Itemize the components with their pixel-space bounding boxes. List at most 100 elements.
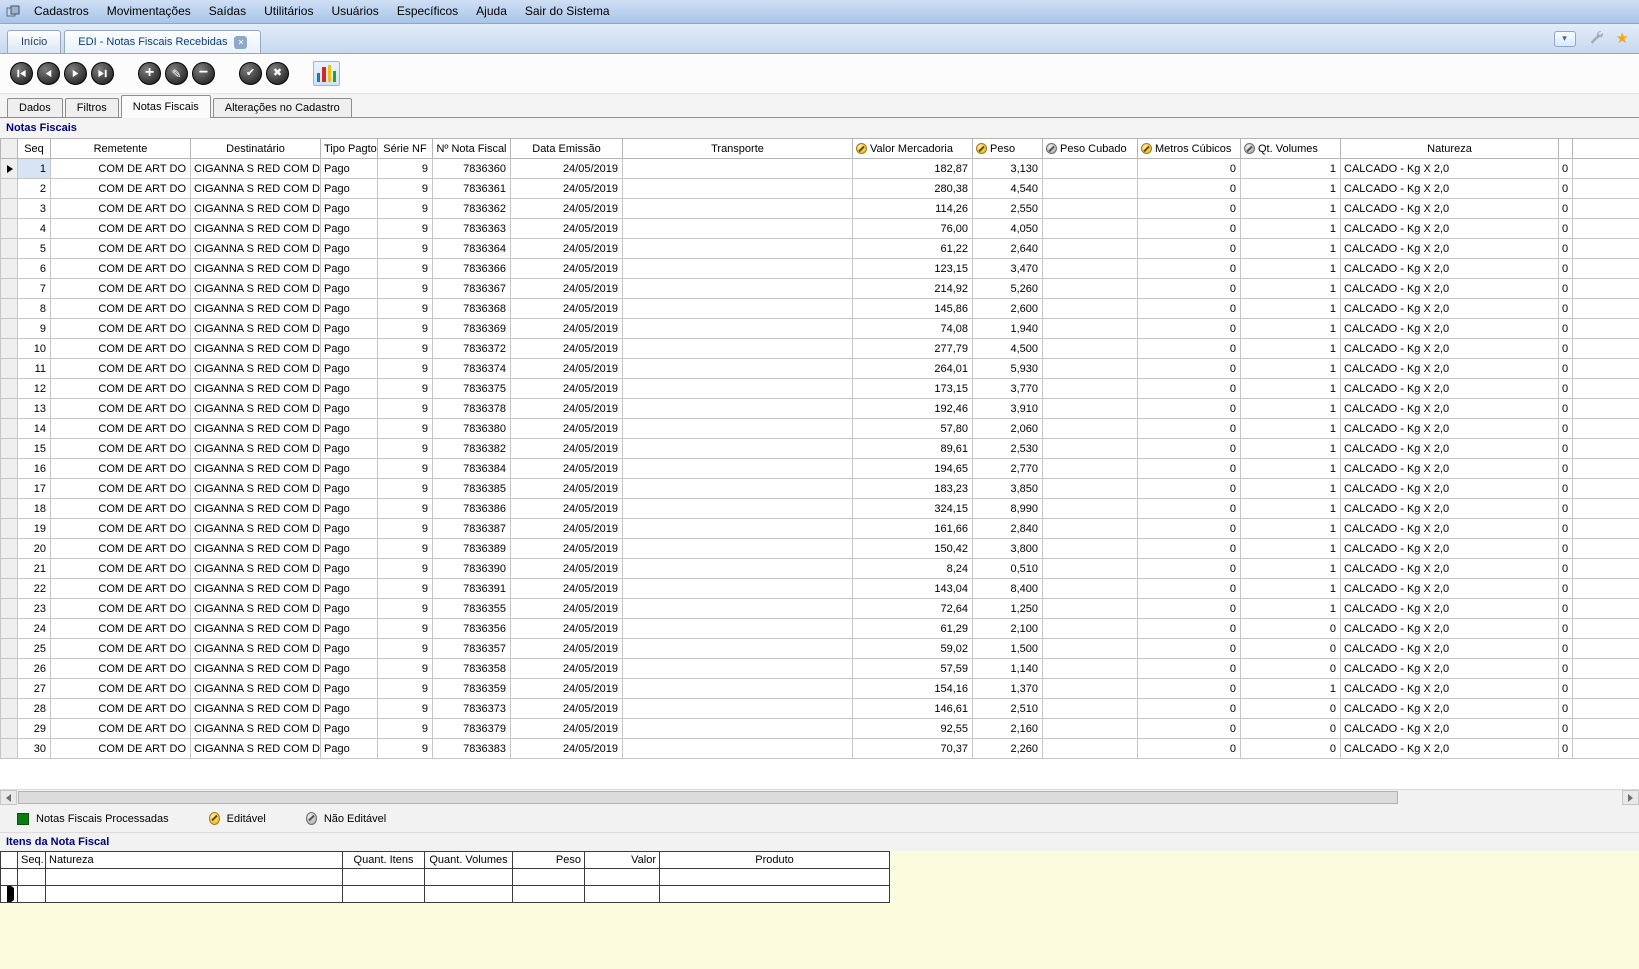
cell-remetente[interactable]: COM DE ART DO [50,558,191,579]
menu-item[interactable]: Ajuda [467,0,516,23]
cell-peso[interactable]: 4,500 [972,338,1043,359]
table-row[interactable]: 19 COM DE ART DO CIGANNA S RED COM DE Pa… [0,518,1639,539]
cell-remetente[interactable]: COM DE ART DO [50,438,191,459]
cell-data-emissao[interactable]: 24/05/2019 [510,458,623,479]
cell-natureza[interactable]: CALCADO - Kg X 2,0 [1340,478,1559,499]
cell-transporte[interactable] [622,518,853,539]
cell-data-emissao[interactable]: 24/05/2019 [510,558,623,579]
cell-remetente[interactable]: COM DE ART DO [50,198,191,219]
cell-seq[interactable]: 7 [17,278,51,299]
cell-tipo-pagto[interactable]: Pago [320,178,378,199]
cell-qt-volumes[interactable]: 1 [1240,358,1341,379]
cell-extra[interactable]: 0 [1558,658,1573,679]
cell-seq[interactable]: 2 [17,178,51,199]
cell-tipo-pagto[interactable]: Pago [320,598,378,619]
cell-peso-cubado[interactable] [1042,538,1138,559]
cell-tipo-pagto[interactable]: Pago [320,538,378,559]
cell-extra2[interactable] [1572,538,1639,559]
cell-remetente[interactable]: COM DE ART DO [50,318,191,339]
cell-destinatario[interactable]: CIGANNA S RED COM DE [190,258,321,279]
menu-item[interactable]: Movimentações [98,0,200,23]
cell-extra2[interactable] [1572,458,1639,479]
menu-item[interactable]: Utilitários [255,0,322,23]
cell-num-nota-fiscal[interactable]: 7836360 [432,158,511,179]
cell-num-nota-fiscal[interactable]: 7836355 [432,598,511,619]
cell-valor-mercadoria[interactable]: 192,46 [852,398,973,419]
cell-extra2[interactable] [1572,178,1639,199]
cell-num-nota-fiscal[interactable]: 7836385 [432,478,511,499]
cell-extra2[interactable] [1572,238,1639,259]
cell-extra[interactable]: 0 [1558,298,1573,319]
cell-peso-cubado[interactable] [1042,618,1138,639]
cell-num-nota-fiscal[interactable]: 7836361 [432,178,511,199]
cell-peso-cubado[interactable] [1042,178,1138,199]
cell-peso[interactable]: 2,060 [972,418,1043,439]
table-row[interactable]: 28 COM DE ART DO CIGANNA S RED COM DE Pa… [0,698,1639,719]
cell-data-emissao[interactable]: 24/05/2019 [510,538,623,559]
cell-serie-nf[interactable]: 9 [377,258,433,279]
cell-seq[interactable]: 21 [17,558,51,579]
cell-extra[interactable]: 0 [1558,638,1573,659]
menu-item[interactable]: Cadastros [25,0,98,23]
cell-remetente[interactable]: COM DE ART DO [50,418,191,439]
items-cell-quant-itens[interactable] [342,885,425,903]
cell-tipo-pagto[interactable]: Pago [320,358,378,379]
cell-natureza[interactable]: CALCADO - Kg X 2,0 [1340,498,1559,519]
cell-data-emissao[interactable]: 24/05/2019 [510,298,623,319]
cell-remetente[interactable]: COM DE ART DO [50,638,191,659]
table-row[interactable]: 25 COM DE ART DO CIGANNA S RED COM DE Pa… [0,638,1639,659]
cell-data-emissao[interactable]: 24/05/2019 [510,358,623,379]
cell-serie-nf[interactable]: 9 [377,358,433,379]
cell-extra[interactable]: 0 [1558,278,1573,299]
table-row[interactable]: 27 COM DE ART DO CIGANNA S RED COM DE Pa… [0,678,1639,699]
cell-transporte[interactable] [622,458,853,479]
cell-peso[interactable]: 2,770 [972,458,1043,479]
column-header-natureza[interactable]: Natureza [1340,138,1559,159]
cell-extra2[interactable] [1572,498,1639,519]
cell-data-emissao[interactable]: 24/05/2019 [510,498,623,519]
cell-remetente[interactable]: COM DE ART DO [50,578,191,599]
table-row[interactable]: 30 COM DE ART DO CIGANNA S RED COM DE Pa… [0,738,1639,759]
cell-metros-cubicos[interactable]: 0 [1137,658,1241,679]
cell-metros-cubicos[interactable]: 0 [1137,418,1241,439]
cell-seq[interactable]: 23 [17,598,51,619]
cell-valor-mercadoria[interactable]: 57,80 [852,418,973,439]
cell-peso[interactable]: 3,470 [972,258,1043,279]
cell-serie-nf[interactable]: 9 [377,338,433,359]
cell-num-nota-fiscal[interactable]: 7836373 [432,698,511,719]
cell-data-emissao[interactable]: 24/05/2019 [510,378,623,399]
cell-peso[interactable]: 3,910 [972,398,1043,419]
cell-metros-cubicos[interactable]: 0 [1137,498,1241,519]
cell-seq[interactable]: 15 [17,438,51,459]
cell-qt-volumes[interactable]: 1 [1240,318,1341,339]
cell-tipo-pagto[interactable]: Pago [320,578,378,599]
cell-destinatario[interactable]: CIGANNA S RED COM DE [190,578,321,599]
page-tab[interactable]: Notas Fiscais [120,95,211,118]
table-row[interactable]: 7 COM DE ART DO CIGANNA S RED COM DE Pag… [0,278,1639,299]
cell-extra2[interactable] [1572,398,1639,419]
column-header-num-nota-fiscal[interactable]: Nº Nota Fiscal [432,138,511,159]
cell-qt-volumes[interactable]: 1 [1240,558,1341,579]
cell-num-nota-fiscal[interactable]: 7836383 [432,738,511,759]
column-header-extra[interactable] [1558,138,1573,159]
cell-qt-volumes[interactable]: 1 [1240,578,1341,599]
confirm-button[interactable] [239,62,262,85]
cell-seq[interactable]: 25 [17,638,51,659]
cell-destinatario[interactable]: CIGANNA S RED COM DE [190,498,321,519]
cell-data-emissao[interactable]: 24/05/2019 [510,318,623,339]
cell-seq[interactable]: 4 [17,218,51,239]
cell-metros-cubicos[interactable]: 0 [1137,298,1241,319]
table-row[interactable]: 26 COM DE ART DO CIGANNA S RED COM DE Pa… [0,658,1639,679]
cell-tipo-pagto[interactable]: Pago [320,278,378,299]
cell-natureza[interactable]: CALCADO - Kg X 2,0 [1340,158,1559,179]
cell-extra[interactable]: 0 [1558,378,1573,399]
items-cell-quant-volumes[interactable] [424,885,513,903]
cell-qt-volumes[interactable]: 1 [1240,338,1341,359]
cell-peso-cubado[interactable] [1042,558,1138,579]
cell-seq[interactable]: 14 [17,418,51,439]
cell-natureza[interactable]: CALCADO - Kg X 2,0 [1340,358,1559,379]
cell-metros-cubicos[interactable]: 0 [1137,358,1241,379]
cell-peso[interactable]: 5,260 [972,278,1043,299]
cell-extra[interactable]: 0 [1558,718,1573,739]
cell-extra[interactable]: 0 [1558,458,1573,479]
